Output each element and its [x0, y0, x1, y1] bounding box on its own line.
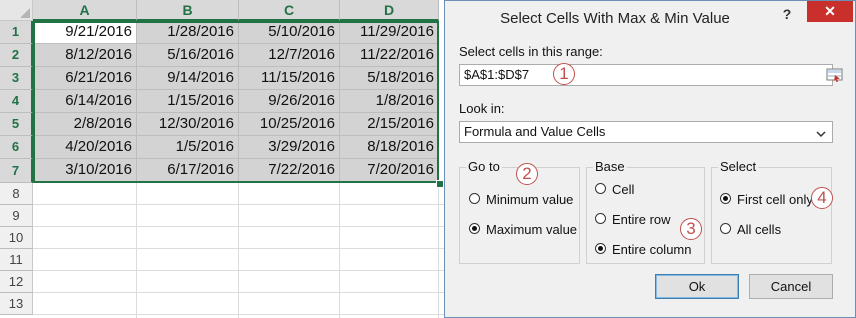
cell-b2[interactable]: 5/16/2016 [137, 44, 239, 67]
radio-all-cells-label: All cells [737, 222, 782, 237]
cell-c7[interactable]: 7/22/2016 [239, 159, 340, 183]
radio-minimum-value-label: Minimum value [486, 192, 574, 207]
range-value: $A$1:$D$7 [464, 67, 530, 82]
close-button[interactable]: ✕ [807, 1, 853, 22]
row-header-3[interactable]: 3 [0, 67, 33, 90]
column-header-a[interactable]: A [33, 0, 137, 21]
cell-a6[interactable]: 4/20/2016 [33, 136, 137, 159]
cell-d4[interactable]: 1/8/2016 [340, 90, 439, 113]
cell-d1[interactable]: 11/29/2016 [340, 21, 439, 44]
cell-a3[interactable]: 6/21/2016 [33, 67, 137, 90]
radio-all-cells-dot[interactable] [720, 223, 731, 234]
cell-a2[interactable]: 8/12/2016 [33, 44, 137, 67]
radio-maximum-value-label: Maximum value [486, 222, 578, 237]
radio-minimum-value-dot[interactable] [469, 193, 480, 204]
row-header-5[interactable]: 5 [0, 113, 33, 136]
row-header-10[interactable]: 10 [0, 227, 33, 249]
lookin-value: Formula and Value Cells [464, 124, 606, 139]
row-header-13[interactable]: 13 [0, 293, 33, 315]
cancel-button[interactable]: Cancel [749, 274, 833, 299]
radio-entire-row-dot[interactable] [595, 213, 606, 224]
cell-d2[interactable]: 11/22/2016 [340, 44, 439, 67]
lookin-label: Look in: [459, 101, 505, 116]
radio-entire-row-label: Entire row [612, 212, 671, 227]
cell-b6[interactable]: 1/5/2016 [137, 136, 239, 159]
radio-entire-column-dot[interactable] [595, 243, 606, 254]
cell-b7[interactable]: 6/17/2016 [137, 159, 239, 183]
ok-button[interactable]: Ok [655, 274, 739, 299]
cell-a7[interactable]: 3/10/2016 [33, 159, 137, 183]
radio-entire-column-label: Entire column [612, 242, 692, 257]
column-header-d[interactable]: D [340, 0, 439, 21]
cell-b3[interactable]: 9/14/2016 [137, 67, 239, 90]
chevron-down-icon[interactable] [815, 126, 827, 138]
cell-b1[interactable]: 1/28/2016 [137, 21, 239, 44]
row-header-8[interactable]: 8 [0, 183, 33, 205]
row-header-11[interactable]: 11 [0, 249, 33, 271]
radio-cell-label: Cell [612, 182, 635, 197]
cell-d7[interactable]: 7/20/2016 [340, 159, 439, 183]
row-header-12[interactable]: 12 [0, 271, 33, 293]
annotation-badge-2: 2 [516, 163, 538, 185]
cell-a5[interactable]: 2/8/2016 [33, 113, 137, 136]
dialog-title: Select Cells With Max & Min Value [500, 10, 730, 27]
row-header-7[interactable]: 7 [0, 159, 33, 183]
select-group: Select First cell only All cells [711, 159, 832, 264]
cell-a4[interactable]: 6/14/2016 [33, 90, 137, 113]
annotation-badge-4: 4 [811, 187, 833, 209]
cell-c1[interactable]: 5/10/2016 [239, 21, 340, 44]
cell-b4[interactable]: 1/15/2016 [137, 90, 239, 113]
cell-c5[interactable]: 10/25/2016 [239, 113, 340, 136]
cell-a1[interactable]: 9/21/2016 [33, 21, 137, 44]
base-group: Base Cell Entire row Entire column [586, 159, 705, 264]
range-input[interactable]: $A$1:$D$7 [459, 64, 843, 86]
cell-c3[interactable]: 11/15/2016 [239, 67, 340, 90]
select-max-min-dialog: Select Cells With Max & Min Value ? ✕ Se… [444, 0, 856, 318]
annotation-badge-3: 3 [680, 218, 702, 240]
select-all-corner[interactable] [0, 0, 33, 21]
cell-d5[interactable]: 2/15/2016 [340, 113, 439, 136]
column-header-c[interactable]: C [239, 0, 340, 21]
fill-handle[interactable] [436, 180, 444, 188]
cell-b5[interactable]: 12/30/2016 [137, 113, 239, 136]
column-header-b[interactable]: B [137, 0, 239, 21]
row-header-9[interactable]: 9 [0, 205, 33, 227]
row-header-1[interactable]: 1 [0, 21, 33, 44]
empty-grid[interactable] [33, 183, 445, 318]
cell-c6[interactable]: 3/29/2016 [239, 136, 340, 159]
cell-d6[interactable]: 8/18/2016 [340, 136, 439, 159]
cell-c2[interactable]: 12/7/2016 [239, 44, 340, 67]
range-picker-icon[interactable] [826, 67, 844, 83]
help-button[interactable]: ? [777, 5, 797, 25]
row-header-4[interactable]: 4 [0, 90, 33, 113]
spreadsheet: A B C D 1 2 3 4 5 6 7 8 9 10 11 12 13 9/… [0, 0, 445, 318]
radio-cell-dot[interactable] [595, 183, 606, 194]
base-group-title: Base [593, 159, 627, 174]
radio-maximum-value-dot[interactable] [469, 223, 480, 234]
radio-first-cell-only-label: First cell only [737, 192, 813, 207]
dialog-titlebar[interactable]: Select Cells With Max & Min Value ? ✕ [445, 1, 855, 35]
cell-c4[interactable]: 9/26/2016 [239, 90, 340, 113]
goto-group-title: Go to [466, 159, 502, 174]
annotation-badge-1: 1 [553, 63, 575, 85]
radio-first-cell-only-dot[interactable] [720, 193, 731, 204]
row-header-6[interactable]: 6 [0, 136, 33, 159]
cell-d3[interactable]: 5/18/2016 [340, 67, 439, 90]
select-group-title: Select [718, 159, 759, 174]
lookin-dropdown[interactable]: Formula and Value Cells [459, 121, 833, 143]
row-header-2[interactable]: 2 [0, 44, 33, 67]
range-label: Select cells in this range: [459, 44, 603, 59]
